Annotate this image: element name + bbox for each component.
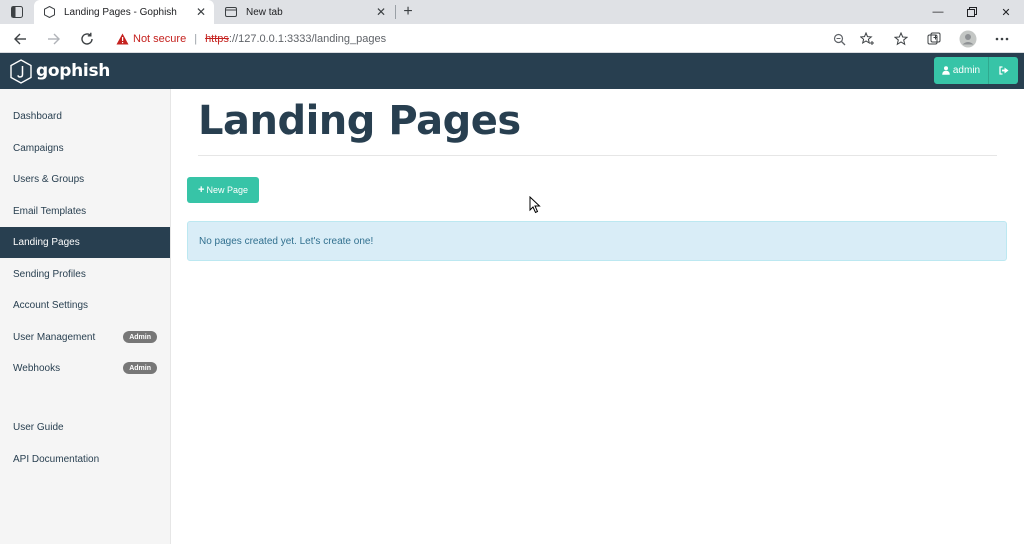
title-divider [198,155,997,156]
admin-badge: Admin [123,362,157,374]
sidebar-item-label: User Guide [13,422,64,433]
address-bar[interactable]: Not secure | https ://127.0.0.1:3333/lan… [110,28,850,49]
tab-separator [395,5,396,19]
profile-avatar-icon[interactable] [957,28,979,50]
sidebar-item-label: Sending Profiles [13,269,86,280]
browser-tab-strip: Landing Pages - Gophish ✕ New tab ✕ + — … [0,0,1024,24]
url-rest: ://127.0.0.1:3333/landing_pages [228,32,387,45]
admin-user-button[interactable]: admin [934,57,988,84]
sidebar-item-sending-profiles[interactable]: Sending Profiles [0,259,170,290]
sidebar-item-label: Account Settings [13,300,89,311]
admin-badge: Admin [123,331,157,343]
close-window-icon[interactable]: ✕ [989,0,1023,24]
restore-window-icon[interactable] [955,0,989,24]
url-protocol: https [205,32,229,45]
app-navbar: gophish [0,53,1024,89]
brand-logo[interactable]: gophish [10,57,110,85]
browser-tab-landing-pages[interactable]: Landing Pages - Gophish ✕ [34,0,214,24]
address-separator: | [194,32,198,45]
new-tab-favicon-icon [224,5,238,19]
sidebar-item-label: Campaigns [13,143,64,154]
logout-button[interactable] [989,57,1018,84]
mouse-cursor-icon [529,196,541,214]
sidebar-item-user-management[interactable]: User Management Admin [0,322,170,353]
sidebar-item-email-templates[interactable]: Email Templates [0,196,170,227]
gophish-favicon-icon [42,5,56,19]
sidebar-item-user-guide[interactable]: User Guide [0,412,170,443]
forward-arrow-icon[interactable] [43,28,65,50]
back-arrow-icon[interactable] [9,28,31,50]
minimize-window-icon[interactable]: — [921,0,955,24]
new-page-button[interactable]: + New Page [187,177,259,203]
sidebar: Dashboard Campaigns Users & Groups Email… [0,89,171,544]
tab-title: New tab [246,6,283,18]
sidebar-item-dashboard[interactable]: Dashboard [0,101,170,132]
new-page-label: New Page [206,185,248,195]
sidebar-item-landing-pages[interactable]: Landing Pages [0,227,170,258]
sidebar-item-webhooks[interactable]: Webhooks Admin [0,353,170,384]
sidebar-item-account-settings[interactable]: Account Settings [0,290,170,321]
gophish-logo-icon [10,58,32,84]
empty-state-alert: No pages created yet. Let's create one! [187,221,1007,261]
sidebar-item-users-groups[interactable]: Users & Groups [0,164,170,195]
not-secure-warning[interactable]: Not secure [116,33,186,45]
close-tab-icon[interactable]: ✕ [194,5,208,19]
page-title: Landing Pages [198,98,521,144]
sidebar-item-label: Dashboard [13,111,62,122]
sidebar-item-label: Email Templates [13,206,87,217]
sidebar-item-api-documentation[interactable]: API Documentation [0,444,170,475]
favorites-icon[interactable] [890,28,912,50]
sidebar-item-label: API Documentation [13,454,100,465]
sidebar-item-label: User Management [13,332,96,343]
plus-icon: + [198,184,205,196]
sidebar-item-label: Users & Groups [13,174,85,185]
close-tab-icon[interactable]: ✕ [374,5,388,19]
more-menu-icon[interactable] [991,28,1013,50]
zoom-icon[interactable] [828,28,850,50]
browser-toolbar: Not secure | https ://127.0.0.1:3333/lan… [0,24,1024,53]
tab-title: Landing Pages - Gophish [64,6,177,18]
sidebar-item-label: Webhooks [13,363,61,374]
sidebar-item-campaigns[interactable]: Campaigns [0,133,170,164]
admin-user-label: admin [952,65,981,76]
tab-actions-icon[interactable] [8,4,26,20]
sign-out-icon [998,66,1008,75]
browser-tab-new-tab[interactable]: New tab ✕ [216,0,394,24]
brand-name: gophish [36,61,111,81]
user-icon [942,66,950,75]
warning-triangle-icon [116,33,129,44]
reload-icon[interactable] [76,28,98,50]
empty-state-message: No pages created yet. Let's create one! [199,235,374,247]
favorite-star-icon[interactable] [856,28,878,50]
sidebar-item-label: Landing Pages [13,237,80,248]
admin-user-button-group: admin [934,57,1018,84]
new-tab-plus-icon[interactable]: + [399,3,417,21]
not-secure-label: Not secure [133,32,187,45]
collections-icon[interactable] [923,28,945,50]
